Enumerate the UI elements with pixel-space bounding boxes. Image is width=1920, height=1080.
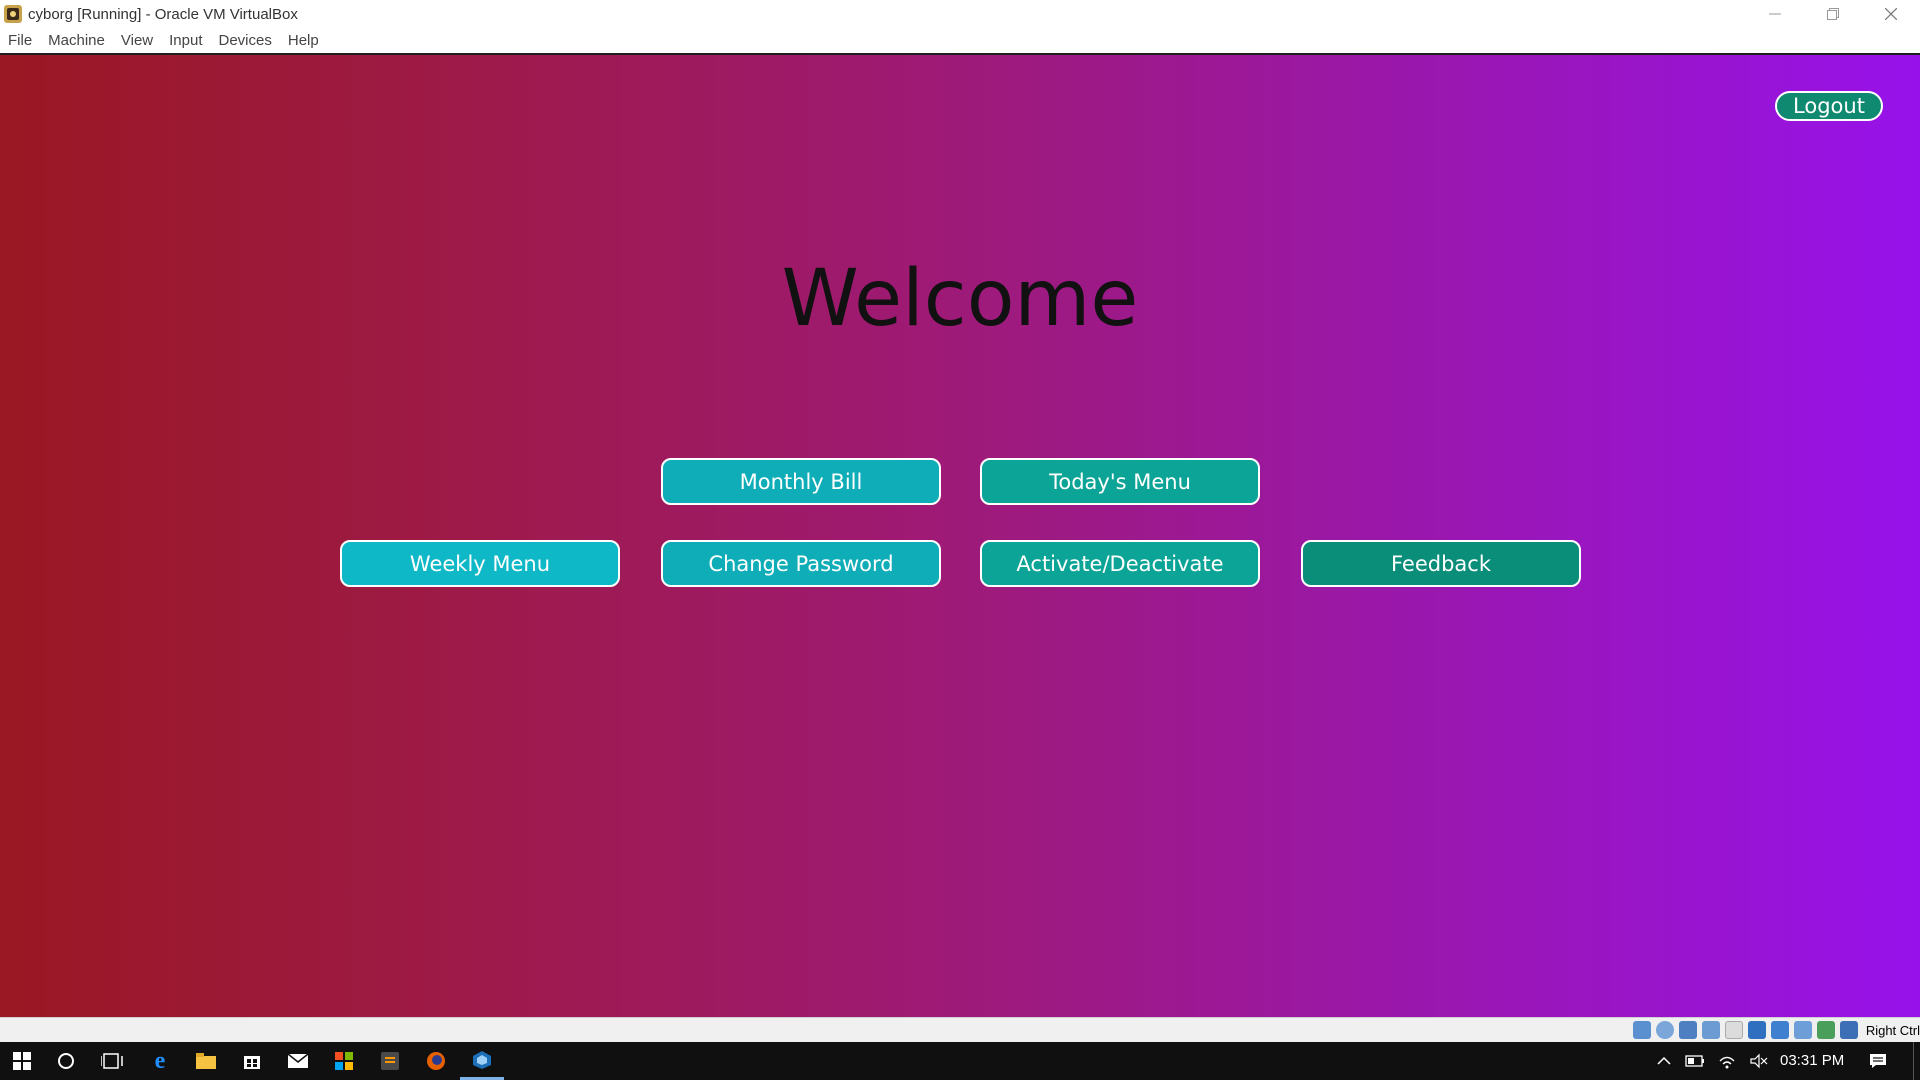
app-button[interactable]	[322, 1042, 366, 1080]
windows-taskbar: e 03:31 PM	[0, 1042, 1920, 1080]
guest-screen: Logout Welcome Monthly Bill Today's Menu…	[0, 55, 1920, 1017]
window-title: cyborg [Running] - Oracle VM VirtualBox	[28, 5, 298, 23]
sublime-button[interactable]	[368, 1042, 412, 1080]
network-icon[interactable]	[1701, 1021, 1720, 1039]
store-icon	[244, 1056, 260, 1069]
minimize-button[interactable]	[1746, 0, 1804, 28]
video-capture-icon[interactable]	[1793, 1021, 1812, 1039]
volume-button[interactable]	[1744, 1042, 1774, 1080]
window-controls	[1746, 0, 1920, 28]
vbox-menubar: File Machine View Input Devices Help	[0, 28, 1920, 55]
firefox-button[interactable]	[414, 1042, 458, 1080]
cortana-button[interactable]	[44, 1042, 88, 1080]
monthly-bill-button[interactable]: Monthly Bill	[661, 458, 941, 505]
keyboard-icon[interactable]	[1839, 1021, 1858, 1039]
action-center-icon	[1870, 1054, 1886, 1068]
close-icon	[1885, 8, 1897, 20]
battery-button[interactable]	[1680, 1042, 1710, 1080]
minimize-icon	[1769, 13, 1781, 15]
battery-icon	[1685, 1055, 1704, 1067]
shared-folders-icon[interactable]	[1747, 1021, 1766, 1039]
task-view-icon	[101, 1053, 123, 1069]
chevron-up-icon	[1657, 1056, 1671, 1065]
restore-button[interactable]	[1804, 0, 1862, 28]
show-hidden-icons-button[interactable]	[1648, 1042, 1680, 1080]
host-key-label: Right Ctrl	[1865, 1022, 1920, 1038]
hard-disk-icon[interactable]	[1632, 1021, 1651, 1039]
app-icon	[335, 1052, 353, 1070]
close-button[interactable]	[1862, 0, 1920, 28]
file-explorer-icon	[196, 1053, 216, 1069]
usb-icon[interactable]	[1724, 1021, 1743, 1039]
firefox-icon	[427, 1052, 445, 1070]
vbox-statusbar: Right Ctrl	[0, 1017, 1920, 1042]
logout-button[interactable]: Logout	[1775, 91, 1883, 121]
volume-muted-icon	[1750, 1053, 1768, 1069]
wifi-icon	[1719, 1056, 1735, 1069]
feedback-button[interactable]: Feedback	[1301, 540, 1581, 587]
change-password-button[interactable]: Change Password	[661, 540, 941, 587]
store-button[interactable]	[230, 1042, 274, 1080]
display-icon[interactable]	[1770, 1021, 1789, 1039]
show-desktop-divider[interactable]	[1913, 1042, 1914, 1080]
virtualbox-button[interactable]	[460, 1042, 504, 1080]
menu-file[interactable]: File	[0, 32, 40, 49]
window-titlebar: cyborg [Running] - Oracle VM VirtualBox	[0, 0, 1920, 28]
menu-help[interactable]: Help	[280, 32, 327, 49]
todays-menu-button[interactable]: Today's Menu	[980, 458, 1260, 505]
audio-icon[interactable]	[1678, 1021, 1697, 1039]
sublime-icon	[381, 1052, 399, 1070]
wifi-button[interactable]	[1712, 1042, 1742, 1080]
edge-button[interactable]: e	[138, 1042, 182, 1080]
action-center-button[interactable]	[1858, 1042, 1898, 1080]
welcome-heading: Welcome	[781, 254, 1139, 344]
edge-icon: e	[154, 1047, 166, 1074]
restore-icon	[1827, 8, 1839, 20]
cortana-icon	[58, 1053, 74, 1069]
virtualbox-app-icon[interactable]	[3, 4, 23, 24]
menu-view[interactable]: View	[113, 32, 161, 49]
file-explorer-button[interactable]	[184, 1042, 228, 1080]
mouse-integration-icon[interactable]	[1816, 1021, 1835, 1039]
menu-devices[interactable]: Devices	[211, 32, 280, 49]
weekly-menu-button[interactable]: Weekly Menu	[340, 540, 620, 587]
task-view-button[interactable]	[90, 1042, 134, 1080]
menu-machine[interactable]: Machine	[40, 32, 113, 49]
start-icon	[13, 1052, 31, 1070]
virtualbox-icon	[473, 1050, 491, 1069]
taskbar-clock[interactable]: 03:31 PM	[1780, 1042, 1844, 1080]
activate-deactivate-button[interactable]: Activate/Deactivate	[980, 540, 1260, 587]
start-button[interactable]	[0, 1042, 44, 1080]
menu-input[interactable]: Input	[161, 32, 210, 49]
status-icons: Right Ctrl	[1631, 1021, 1920, 1039]
mail-button[interactable]	[276, 1042, 320, 1080]
optical-drive-icon[interactable]	[1655, 1021, 1674, 1039]
mail-icon	[288, 1054, 308, 1068]
